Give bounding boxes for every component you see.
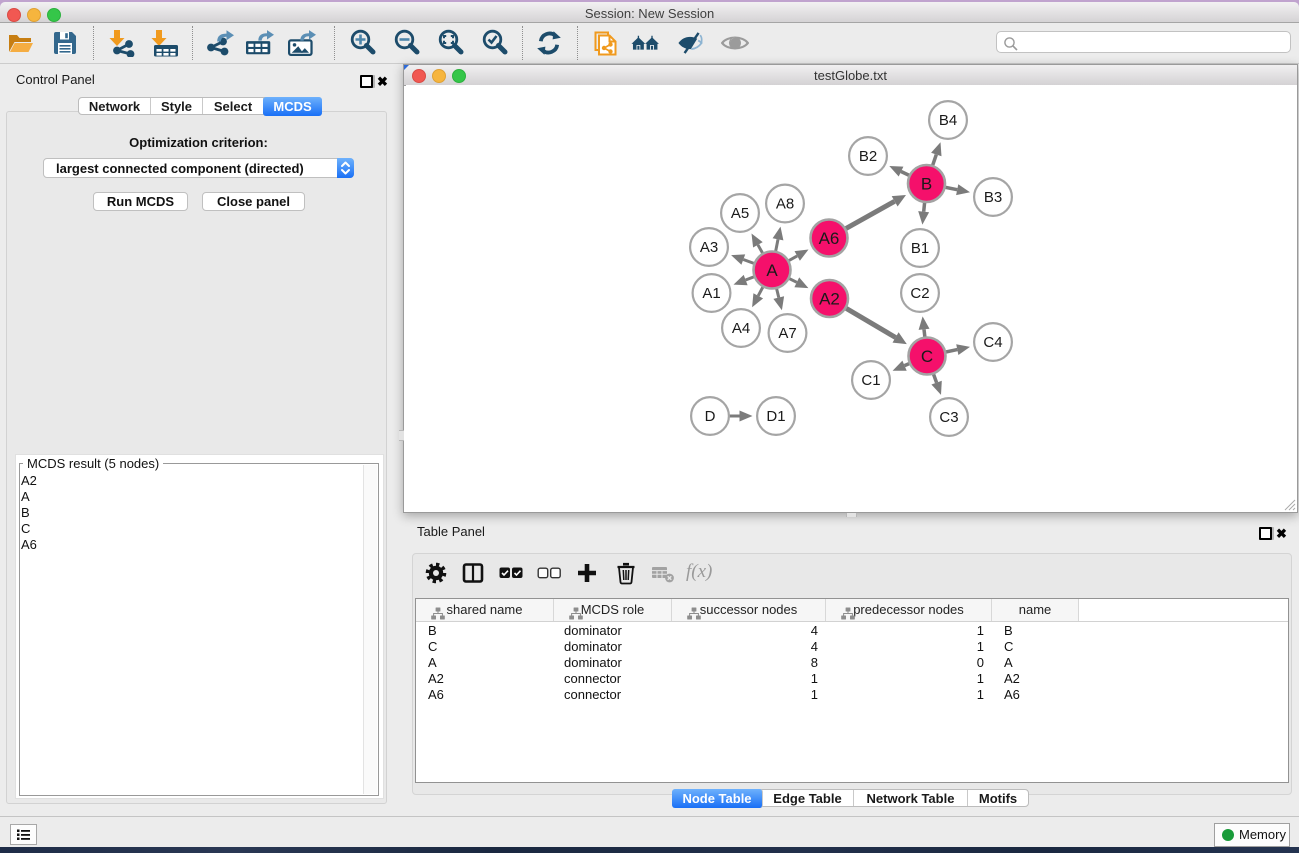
svg-text:C2: C2 [910, 285, 929, 302]
svg-text:A1: A1 [702, 285, 720, 302]
svg-text:C3: C3 [939, 409, 958, 426]
svg-text:B4: B4 [939, 112, 957, 129]
svg-text:B3: B3 [984, 189, 1002, 206]
svg-text:A8: A8 [776, 196, 794, 213]
svg-text:A7: A7 [778, 325, 796, 342]
svg-text:C4: C4 [983, 334, 1002, 351]
svg-text:D1: D1 [766, 408, 785, 425]
svg-text:B2: B2 [859, 148, 877, 165]
svg-text:A5: A5 [731, 205, 749, 222]
svg-text:C: C [921, 347, 933, 366]
svg-text:D: D [705, 408, 716, 425]
svg-text:A3: A3 [700, 239, 718, 256]
svg-text:B: B [921, 175, 932, 194]
svg-text:A4: A4 [732, 320, 750, 337]
svg-text:A: A [766, 261, 778, 280]
svg-text:A6: A6 [819, 229, 840, 248]
svg-text:C1: C1 [861, 372, 880, 389]
svg-text:A2: A2 [819, 290, 840, 309]
svg-text:B1: B1 [911, 240, 929, 257]
